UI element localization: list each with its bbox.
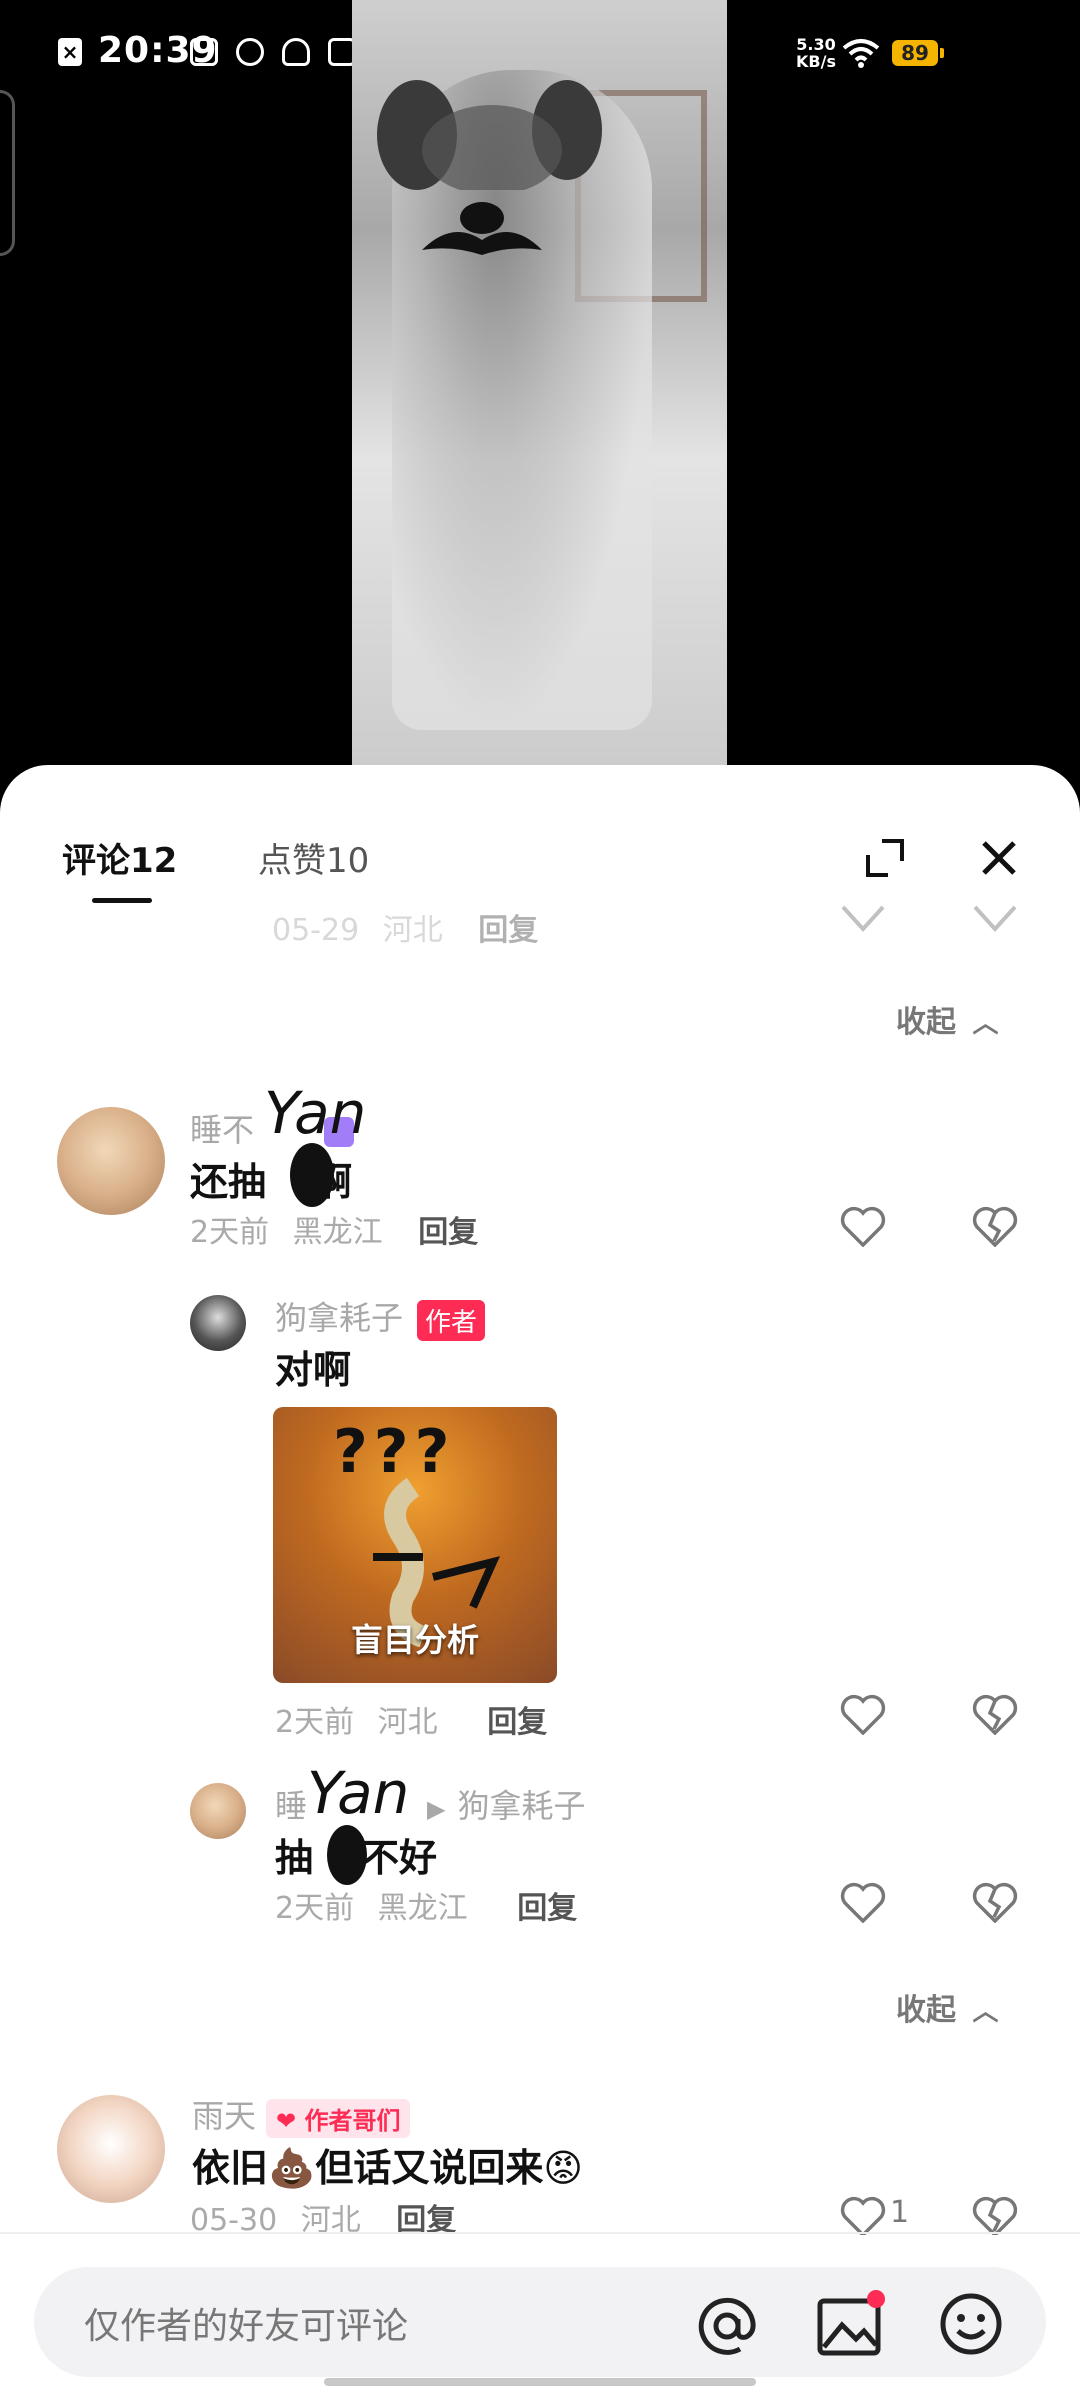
app-notification-icon — [236, 38, 264, 66]
collapse-label: 收起 — [896, 1993, 956, 2028]
close-icon[interactable] — [974, 833, 1024, 883]
dislike-icon[interactable] — [972, 2195, 1018, 2237]
comments-tabs: 评论12 点赞10 — [0, 825, 1080, 915]
mention-icon[interactable] — [694, 2293, 760, 2359]
comment-meta: 05-29 河北 回复 — [272, 905, 538, 949]
divider — [0, 2232, 1080, 2234]
app-notification-icon — [190, 38, 218, 66]
chevron-up-icon: ︿ — [972, 1009, 999, 1039]
chevron-up-icon: ︿ — [972, 1997, 999, 2027]
collapse-label: 收起 — [896, 1005, 956, 1040]
like-icon[interactable] — [840, 1205, 886, 1247]
network-speed-value: 5.30 — [796, 35, 836, 54]
comment-input-bar: 仅作者的好友可评论 — [0, 2235, 1080, 2392]
like-icon[interactable] — [840, 1881, 886, 1923]
emoji-icon[interactable] — [938, 2291, 1004, 2357]
like-icon[interactable] — [840, 901, 886, 943]
network-speed: 5.30 KB/s — [796, 36, 836, 70]
comment-region: 黑龙江 — [292, 1215, 383, 1250]
comment-input[interactable]: 仅作者的好友可评论 — [34, 2267, 1046, 2377]
sticker-image[interactable]: ??? 盲目分析 — [273, 1407, 557, 1683]
comment-meta: 2天前 黑龙江 回复 — [190, 1207, 478, 1251]
comment-text-head: 抽 — [275, 1836, 314, 1880]
reply-button[interactable]: 回复 — [478, 913, 538, 948]
comments-sheet: 评论12 点赞10 05-29 河北 回复 收起 ︿ 睡不 还抽 啊 Yan 2天… — [0, 765, 1080, 2392]
comment-text: 依旧💩但话又说回来😡 — [192, 2146, 583, 2190]
avatar[interactable] — [57, 2095, 165, 2203]
comment-region: 河北 — [382, 913, 443, 948]
comment-text-tail: 不好 — [361, 1836, 438, 1880]
username-text: 睡 — [275, 1787, 308, 1825]
comment-region: 河北 — [377, 1705, 438, 1740]
author-bro-badge: ❤ 作者哥们 — [266, 2098, 411, 2138]
dislike-icon[interactable] — [972, 901, 1018, 943]
battery-indicator: 89 — [892, 40, 944, 66]
reply-button[interactable]: 回复 — [418, 1215, 478, 1250]
comment-text-tail: 啊 — [314, 1160, 353, 1204]
tab-comments[interactable]: 评论12 — [62, 833, 177, 882]
edge-panel-handle[interactable] — [0, 90, 15, 256]
hearts-icon: ❤ — [276, 2106, 297, 2135]
home-indicator[interactable] — [324, 2378, 756, 2386]
comment-time: 2天前 — [275, 1705, 355, 1740]
avatar[interactable] — [190, 1783, 246, 1839]
comment-text: 还抽 啊 — [190, 1151, 352, 1206]
avatar[interactable] — [57, 1107, 165, 1215]
reply-button[interactable]: 回复 — [517, 1891, 577, 1926]
cloud-icon — [282, 38, 310, 66]
collapse-replies-button[interactable]: 收起 ︿ — [896, 997, 998, 1041]
like-count: 1 — [890, 2195, 910, 2230]
comment-list[interactable]: 05-29 河北 回复 收起 ︿ 睡不 还抽啊 Yan 2天前 黑龙江 回复 狗… — [0, 905, 1080, 2028]
reply-to-username[interactable]: 狗拿耗子 — [457, 1787, 585, 1825]
like-icon[interactable] — [840, 2195, 886, 2237]
comment-time: 2天前 — [190, 1215, 270, 1250]
wifi-icon — [842, 39, 880, 68]
video-preview[interactable] — [352, 0, 727, 765]
comment-time: 05-29 — [272, 913, 360, 948]
comment-time: 2天前 — [275, 1891, 355, 1926]
comment-text: 对啊 — [275, 1348, 352, 1392]
username-text: 雨天 — [192, 2097, 257, 2135]
level-badge-icon — [324, 1117, 355, 1147]
comment-username[interactable]: 睡 ▶ 狗拿耗子 — [275, 1781, 586, 1827]
author-badge: 作者 — [417, 1299, 486, 1341]
comment-username[interactable]: 狗拿耗子 作者 — [275, 1293, 486, 1341]
dislike-icon[interactable] — [972, 1881, 1018, 1923]
comment-username[interactable]: 睡不 — [190, 1105, 355, 1151]
comment-region: 黑龙江 — [377, 1891, 468, 1926]
comment-meta: 2天前 黑龙江 回复 — [275, 1883, 577, 1927]
sticker-caption: 盲目分析 — [350, 1621, 479, 1659]
dislike-icon[interactable] — [972, 1205, 1018, 1247]
tab-active-indicator — [92, 898, 152, 903]
comment-text-head: 还抽 — [190, 1160, 267, 1204]
username-text: 狗拿耗子 — [275, 1299, 404, 1337]
comment-username[interactable]: 雨天 ❤ 作者哥们 — [192, 2091, 411, 2138]
close-notification-icon: × — [58, 38, 82, 66]
avatar[interactable] — [190, 1295, 246, 1351]
collapse-replies-button[interactable]: 收起 ︿ — [896, 1985, 998, 2029]
expand-icon[interactable] — [860, 833, 910, 883]
tab-likes[interactable]: 点赞10 — [258, 833, 369, 882]
comment-input-placeholder: 仅作者的好友可评论 — [84, 2306, 409, 2347]
mustache-filter — [422, 202, 542, 255]
image-icon[interactable] — [816, 2289, 888, 2359]
comment-text: 抽 不好 — [275, 1827, 437, 1882]
reply-arrow-icon: ▶ — [427, 1795, 446, 1823]
dislike-icon[interactable] — [972, 1693, 1018, 1735]
reply-button[interactable]: 回复 — [487, 1705, 547, 1740]
username-text: 睡不 — [190, 1111, 255, 1149]
badge-label: 作者哥们 — [304, 2106, 401, 2135]
network-speed-unit: KB/s — [796, 52, 836, 71]
comment-meta: 2天前 河北 回复 — [275, 1697, 547, 1741]
dog-ears-filter — [377, 80, 602, 190]
like-icon[interactable] — [840, 1693, 886, 1735]
